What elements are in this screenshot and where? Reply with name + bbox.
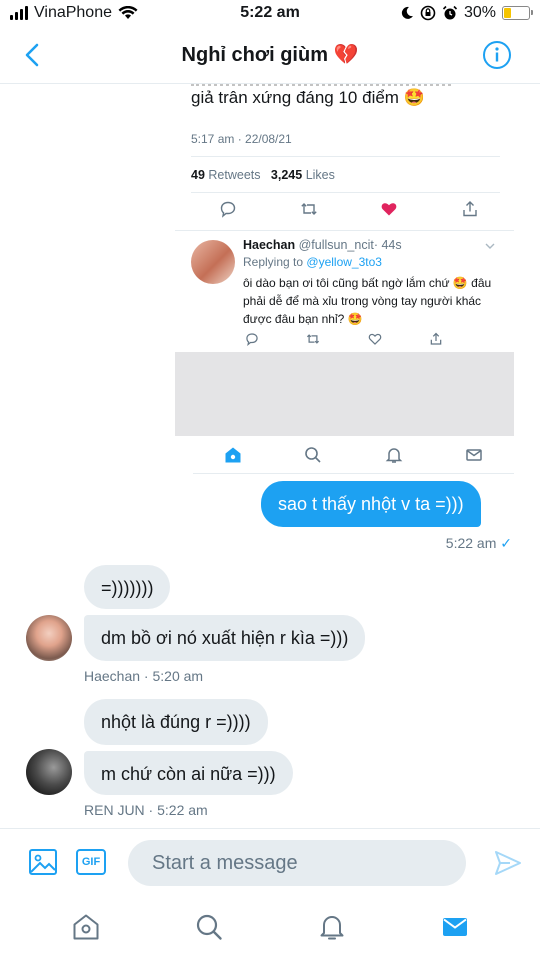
status-right: 30% — [400, 4, 533, 22]
chevron-down-icon — [485, 243, 495, 249]
reply-icon — [246, 333, 258, 346]
battery-percent: 30% — [463, 4, 496, 21]
conversation-header: Nghỉ chơi giùm 💔 — [0, 28, 540, 84]
tweet-text: giả trân xứng đáng 10 điểm 🤩 — [191, 88, 425, 107]
bottom-tab-bar — [0, 894, 540, 960]
home-icon — [225, 447, 241, 462]
message-composer: GIF Start a message — [0, 828, 540, 894]
bell-icon — [385, 447, 402, 463]
orientation-lock-icon — [420, 5, 436, 21]
divider — [191, 156, 500, 157]
retweet-icon — [307, 334, 320, 344]
avatar-renjun[interactable] — [26, 749, 72, 795]
send-button[interactable] — [494, 849, 522, 877]
divider — [191, 192, 500, 193]
heart-outline-icon — [368, 333, 381, 345]
replying-to: Replying to @yellow_3to3 — [243, 255, 382, 269]
image-button[interactable] — [28, 847, 58, 877]
info-button[interactable] — [482, 40, 512, 70]
messages-tab-icon[interactable] — [441, 913, 469, 941]
reply-icon — [220, 201, 236, 218]
mail-icon — [466, 448, 482, 461]
replying-to-handle: @yellow_3to3 — [306, 255, 382, 269]
reply-avatar — [191, 240, 235, 284]
sender-meta: Haechan · 5:20 am — [84, 668, 204, 684]
tweet-timestamp: 5:17 am · 22/08/21 — [191, 132, 292, 146]
cropped-text-edge — [191, 84, 451, 86]
outgoing-message-time: 5:22 am ✓ — [446, 535, 512, 552]
message-time: 5:22 am — [445, 535, 497, 551]
search-icon — [305, 446, 321, 463]
reply-author-handle: @fullsun_ncit — [298, 238, 374, 252]
conversation-title-text: Nghỉ chơi giùm — [181, 44, 328, 66]
avatar-haechan[interactable] — [26, 615, 72, 661]
reply-author-name: Haechan — [243, 238, 296, 252]
notifications-tab-icon[interactable] — [318, 913, 346, 941]
battery-icon — [502, 6, 533, 20]
alarm-icon — [442, 5, 458, 20]
retweet-icon — [300, 203, 317, 215]
reply-text: ôi dào bạn ơi tôi cũng bất ngờ lắm chứ 🤩… — [243, 276, 492, 326]
broken-heart-emoji: 💔 — [333, 44, 359, 66]
keyboard-placeholder-area — [175, 352, 514, 436]
replying-to-prefix: Replying to — [243, 255, 304, 269]
incoming-message[interactable]: nhột là đúng r =)))) — [84, 699, 268, 745]
share-icon — [463, 201, 477, 217]
retweets-label: Retweets — [208, 168, 261, 182]
retweets-count: 49 — [191, 168, 205, 182]
shared-tweet-image[interactable]: giả trân xứng đáng 10 điểm 🤩 5:17 am · 2… — [175, 84, 514, 474]
reply-header: Haechan @fullsun_ncit· 44s — [243, 238, 402, 252]
share-icon — [430, 332, 442, 345]
likes-label: Likes — [305, 168, 335, 182]
sender-meta: REN JUN · 5:22 am — [84, 802, 208, 818]
moon-icon — [401, 6, 413, 19]
tweet-stats: 49 Retweets 3,245 Likes — [191, 168, 335, 182]
search-tab-icon[interactable] — [195, 913, 223, 941]
reply-age: · 44s — [373, 238, 402, 252]
outgoing-message[interactable]: sao t thấy nhột v ta =))) — [261, 481, 481, 527]
divider — [175, 230, 514, 231]
incoming-message[interactable]: =))))))) — [84, 565, 171, 609]
tweet-actions — [219, 200, 479, 218]
likes-count: 3,245 — [270, 168, 303, 182]
heart-icon — [381, 203, 397, 216]
message-input[interactable]: Start a message — [128, 840, 466, 886]
incoming-message[interactable]: dm bồ ơi nó xuất hiện r kìa =))) — [84, 615, 366, 661]
embedded-tab-bar — [193, 436, 514, 474]
home-tab-icon[interactable] — [72, 913, 100, 941]
gif-button[interactable]: GIF — [76, 849, 106, 875]
read-check-icon: ✓ — [500, 535, 512, 551]
incoming-message[interactable]: m chứ còn ai nữa =))) — [84, 751, 293, 795]
conversation-title[interactable]: Nghỉ chơi giùm 💔 — [0, 42, 540, 67]
status-bar: VinaPhone 5:22 am 30% — [0, 0, 540, 28]
reply-actions — [245, 332, 443, 346]
